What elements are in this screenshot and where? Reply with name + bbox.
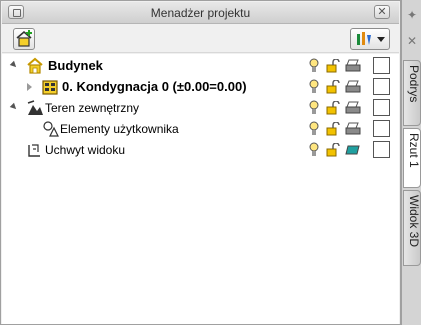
select-checkbox[interactable] — [373, 99, 390, 116]
close-side-icon[interactable]: ✕ — [404, 34, 420, 50]
tab-podrys[interactable]: Podrys — [403, 60, 421, 126]
printer-icon[interactable] — [345, 122, 361, 136]
chevron-down-icon — [377, 37, 385, 42]
lock-open-icon[interactable] — [326, 122, 340, 136]
tree-item-storey[interactable]: 0. Kondygnacja 0 (±0.00=0.00) — [2, 77, 399, 97]
visibility-bulb-icon[interactable] — [309, 79, 319, 95]
tree-item-user-elements[interactable]: Elementy użytkownika — [2, 119, 399, 139]
lock-open-icon[interactable] — [326, 80, 340, 94]
window-title: Menadżer projektu — [150, 6, 251, 20]
new-building-button[interactable] — [13, 28, 35, 50]
lock-open-icon[interactable] — [326, 101, 340, 115]
collapse-arrow-icon[interactable] — [9, 60, 19, 70]
lock-open-icon[interactable] — [326, 59, 340, 73]
view-options-dropdown[interactable] — [350, 28, 390, 50]
select-checkbox[interactable] — [373, 57, 390, 74]
tab-label: Widok 3D — [407, 195, 421, 248]
visibility-bulb-icon[interactable] — [309, 100, 319, 116]
tree-label: Teren zewnętrzny — [45, 101, 140, 115]
view-handle-icon — [28, 144, 40, 157]
expand-arrow-icon[interactable] — [27, 83, 32, 91]
shapes-icon — [43, 121, 59, 137]
side-tab-strip: ✦ ✕ Podrys Rzut 1 Widok 3D — [401, 0, 421, 325]
printer-icon[interactable] — [345, 59, 361, 73]
printer-icon[interactable] — [345, 80, 361, 94]
pin-icon[interactable]: ✦ — [404, 8, 420, 24]
tree-item-view-handle[interactable]: Uchwyt widoku — [2, 140, 399, 160]
visibility-bulb-icon[interactable] — [309, 142, 319, 158]
tree-label: Budynek — [48, 58, 103, 73]
select-checkbox[interactable] — [373, 141, 390, 158]
tree-label: Uchwyt widoku — [45, 143, 126, 157]
tab-label: Podrys — [407, 65, 421, 103]
tree-item-building[interactable]: Budynek — [2, 56, 399, 76]
lock-open-icon[interactable] — [326, 143, 340, 157]
project-tree: Budynek 0. Kondygnacja 0 (±0.00=0.00) Te… — [2, 54, 399, 324]
visibility-bulb-icon[interactable] — [309, 58, 319, 74]
tab-rzut-1[interactable]: Rzut 1 — [403, 128, 421, 188]
printer-icon[interactable] — [345, 101, 361, 115]
project-manager-panel: Menadżer projektu ✕ Budynek 0. Kondygnac… — [0, 0, 401, 325]
tab-label: Rzut 1 — [407, 133, 421, 168]
select-checkbox[interactable] — [373, 78, 390, 95]
tab-widok-3d[interactable]: Widok 3D — [403, 190, 421, 266]
collapse-arrow-icon[interactable] — [9, 102, 19, 112]
options-icon — [357, 32, 371, 45]
camera-icon[interactable] — [345, 143, 361, 157]
tree-label: Elementy użytkownika — [60, 122, 179, 136]
close-icon: ✕ — [377, 6, 387, 18]
tree-item-terrain[interactable]: Teren zewnętrzny — [2, 98, 399, 118]
new-building-icon — [16, 30, 32, 47]
close-button[interactable]: ✕ — [374, 5, 390, 19]
terrain-icon — [27, 100, 43, 115]
visibility-bulb-icon[interactable] — [309, 121, 319, 137]
select-checkbox[interactable] — [373, 120, 390, 137]
tree-label: 0. Kondygnacja 0 (±0.00=0.00) — [62, 79, 247, 94]
building-icon — [27, 57, 43, 74]
toolbar — [2, 25, 399, 53]
title-bar[interactable]: Menadżer projektu ✕ — [2, 2, 399, 24]
storey-icon — [42, 80, 58, 95]
